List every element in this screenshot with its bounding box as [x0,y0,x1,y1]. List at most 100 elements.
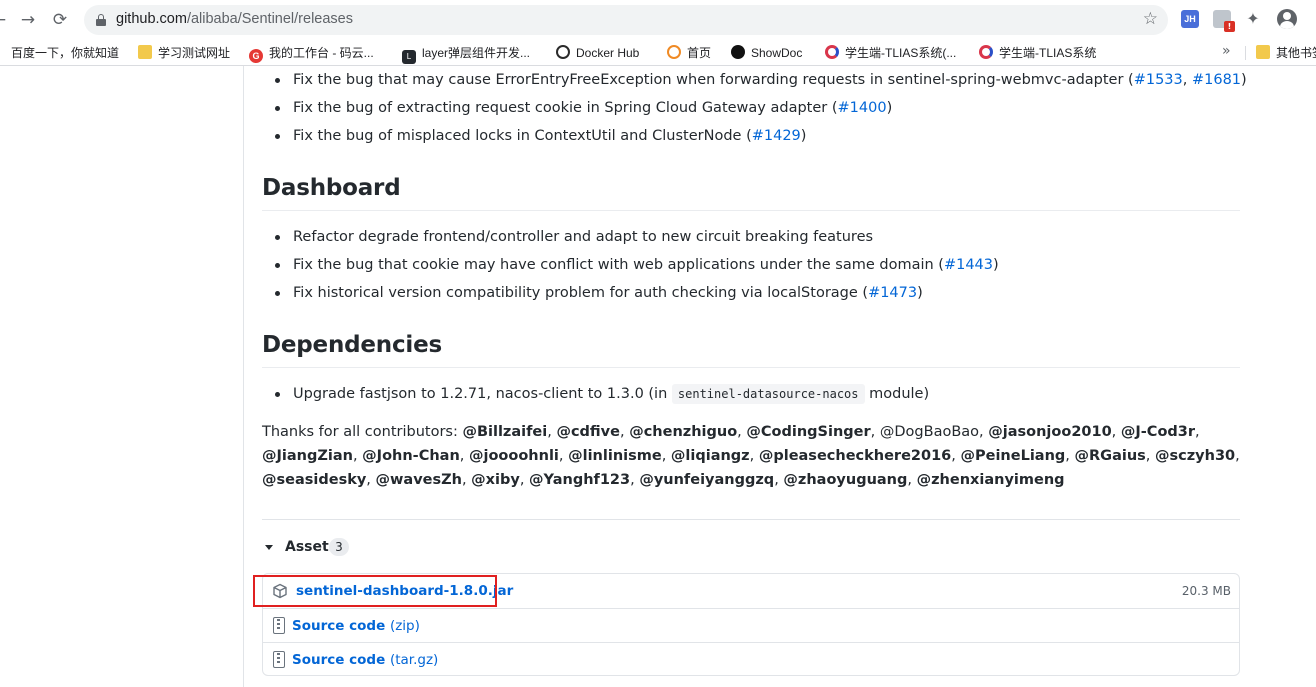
contributor-mention[interactable]: @sczyh30 [1155,448,1235,464]
contributor-mention[interactable]: @JiangZian [262,448,353,464]
contributor-mention[interactable]: @zhaoyuguang [783,472,907,488]
contributor-mention[interactable]: @pleasecheckhere2016 [759,448,951,464]
bookmark-item[interactable]: 学生端-TLIAS系统(... [825,44,956,62]
docker-icon [556,45,570,59]
caret-down-icon [265,545,273,550]
bookmark-label: 学习测试网址 [158,46,231,60]
asset-name-text: Source code [292,618,386,634]
item-text: Fix the bug that cookie may have conflic… [293,257,944,273]
bookmark-item[interactable]: G 我的工作台 - 码云... [249,44,374,63]
contributor-mention[interactable]: @PeineLiang [961,448,1066,464]
reload-icon[interactable]: ⟳ [49,9,71,31]
asset-format: (tar.gz) [389,652,439,668]
contributor-mention[interactable]: @joooohnli [469,448,559,464]
tlias-icon [979,45,993,59]
list-item: Fix the bug that may cause ErrorEntryFre… [262,66,1247,94]
contributor-mention[interactable]: @cdfive [556,424,620,440]
issue-link[interactable]: #1400 [838,100,887,116]
contributor-mention[interactable]: @wavesZh [376,472,462,488]
extension-warning-icon[interactable]: ! [1213,10,1235,32]
bookmark-item[interactable]: 学习测试网址 [138,44,230,62]
item-text: Refactor degrade frontend/controller and… [293,229,874,245]
dashboard-heading: Dashboard [262,173,1240,211]
module-code: sentinel-datasource-nacos [671,384,865,404]
bookmark-item[interactable]: 首页 [667,44,711,62]
address-bar[interactable]: github.com/alibaba/Sentinel/releases ☆ [84,5,1168,35]
profile-avatar-icon[interactable] [1277,9,1297,29]
list-item: Fix the bug that cookie may have conflic… [262,251,1240,279]
item-tail: ) [917,285,923,301]
contributor-mention[interactable]: @linlinisme [568,448,662,464]
lock-icon [96,14,106,26]
contributor-mention[interactable]: @xiby [471,472,520,488]
list-item: Fix the bug of misplaced locks in Contex… [262,122,1240,150]
issue-link[interactable]: #1681 [1192,72,1241,88]
bookmark-label: 我的工作台 - 码云... [269,46,374,60]
file-zip-icon [273,617,285,634]
contributor-mention[interactable]: @liqiangz [671,448,750,464]
bookmark-item[interactable]: ShowDoc [731,44,802,62]
assets-toggle[interactable]: Assets 3 [262,532,562,562]
other-bookmarks[interactable]: 其他书签 [1256,44,1316,62]
contributor-mention[interactable]: @chenzhiguo [629,424,737,440]
bookmark-label: 学生端-TLIAS系统(... [845,46,957,60]
dependencies-list: Upgrade fastjson to 1.2.71, nacos-client… [262,380,1240,408]
assets-count-badge: 3 [329,538,349,556]
contributor-mention[interactable]: @yunfeiyanggzq [639,472,774,488]
item-tail: ) [993,257,999,273]
tlias-icon [825,45,839,59]
asset-name-text: Source code [292,652,386,668]
list-item: Fix historical version compatibility pro… [262,279,1240,307]
bookmark-star-icon[interactable]: ☆ [1143,9,1158,29]
bookmark-label: 首页 [687,46,712,60]
back-arrow-icon[interactable]: ← [0,9,10,31]
more-bookmarks-chevron-icon[interactable]: » [1222,43,1231,59]
warning-badge: ! [1224,21,1235,32]
dependencies-heading: Dependencies [262,330,1240,368]
asset-row: Source code (zip) [263,608,1239,642]
contributor-mention[interactable]: @Yanghf123 [529,472,630,488]
bookmark-item[interactable]: 百度一下，你就知道 [0,44,119,62]
issue-link[interactable]: #1429 [752,128,801,144]
asset-format: (zip) [389,618,420,634]
extensions-puzzle-icon[interactable]: ✦ [1244,10,1262,28]
list-item: Fix the bug of extracting request cookie… [262,94,1240,122]
browser-toolbar: ← → ⟳ github.com/alibaba/Sentinel/releas… [0,0,1316,40]
url-path: /alibaba/Sentinel/releases [186,11,353,27]
contributors-paragraph: Thanks for all contributors: @Billzaifei… [262,420,1240,492]
contributor-mention[interactable]: @CodingSinger [746,424,870,440]
release-notes: Fix the bug that may cause ErrorEntryFre… [253,66,1247,676]
contributor-mention[interactable]: @DogBaoBao [880,424,979,440]
contributor-mention[interactable]: @J-Cod3r [1121,424,1195,440]
thanks-prefix: Thanks for all contributors: [262,424,458,440]
source-targz-link[interactable]: Source code (tar.gz) [292,652,438,668]
contributor-mention[interactable]: @Billzaifei [462,424,547,440]
contributor-mention[interactable]: @jasonjoo2010 [988,424,1111,440]
red-highlight-box [253,575,497,607]
item-tail: module) [869,386,930,402]
bookmark-separator [1245,46,1246,60]
bookmark-item[interactable]: Docker Hub [556,44,639,62]
bookmarks-bar: 百度一下，你就知道 学习测试网址 G 我的工作台 - 码云... Llayer弹层… [0,40,1316,66]
issue-link[interactable]: #1473 [868,285,917,301]
issue-link[interactable]: #1533 [1134,72,1183,88]
bookmark-icon [0,45,5,59]
bookmark-item[interactable]: 学生端-TLIAS系统 [979,44,1096,62]
bookmark-label: 百度一下，你就知道 [11,46,120,60]
contributor-mention[interactable]: @RGaius [1075,448,1146,464]
gitee-icon: G [249,49,263,63]
contributor-mention[interactable]: @zhenxianyimeng [917,472,1065,488]
showdoc-icon [731,45,745,59]
release-page: Fix the bug that may cause ErrorEntryFre… [0,66,1316,687]
item-text: Fix the bug of misplaced locks in Contex… [293,128,752,144]
issue-link[interactable]: #1443 [944,257,993,273]
jh-extension-icon[interactable]: JH [1181,10,1199,28]
folder-icon [1256,45,1270,59]
contributor-mention[interactable]: @John-Chan [362,448,460,464]
forward-arrow-icon[interactable]: → [17,9,39,31]
bookmark-label: layer弹层组件开发... [422,46,531,60]
source-zip-link[interactable]: Source code (zip) [292,618,420,634]
contributor-mention[interactable]: @seasidesky [262,472,366,488]
url-text[interactable]: github.com/alibaba/Sentinel/releases [116,11,353,27]
bookmark-item[interactable]: Llayer弹层组件开发... [402,44,531,64]
